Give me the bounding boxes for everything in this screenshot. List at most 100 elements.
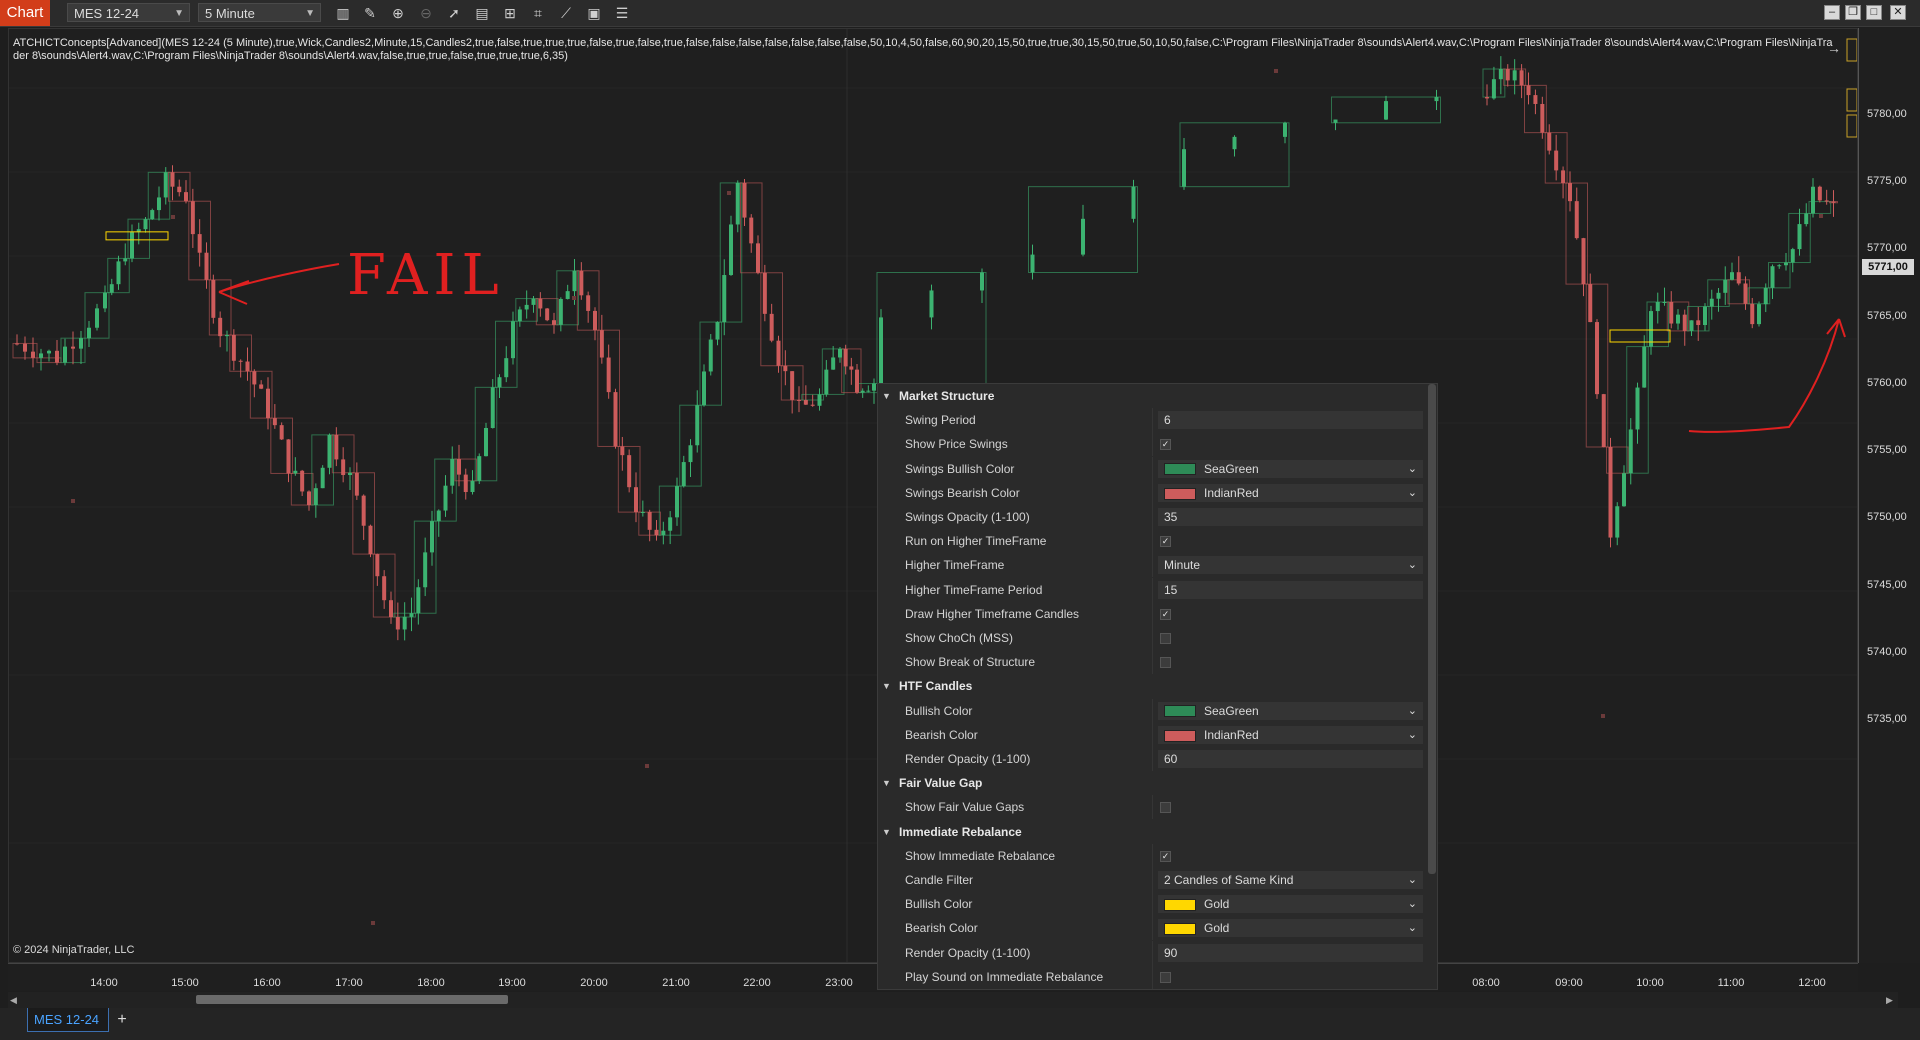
render-opacity-1-100-input[interactable]: 90 (1158, 943, 1423, 962)
swings-opacity-1-100-input[interactable]: 35 (1158, 508, 1423, 526)
section-fair-value-gap[interactable]: ▼ Fair Value Gap (878, 771, 1430, 795)
candle-body (1750, 303, 1755, 325)
property-run-on-higher-timeframe: Run on Higher TimeFrame ✓ (878, 529, 1430, 554)
add-tab-button[interactable]: + (112, 1010, 132, 1030)
section-htf-candles[interactable]: ▼ HTF Candles (878, 674, 1430, 698)
zoom-out-icon[interactable]: ⊖ (417, 4, 435, 22)
instrument-selector[interactable]: MES 12-24 ▼ (67, 3, 190, 22)
property-show-fair-value-gaps: Show Fair Value Gaps (878, 795, 1430, 820)
chart-tab[interactable]: Chart (0, 0, 50, 26)
show-choch-mss-checkbox[interactable] (1160, 633, 1171, 644)
scroll-left-icon[interactable]: ◀ (10, 992, 17, 1008)
time-tick-label: 18:00 (417, 977, 445, 989)
pointer-icon[interactable]: ➚ (445, 4, 463, 22)
candle-body (558, 298, 563, 325)
candle-filter-select[interactable]: 2 Candles of Same Kind ⌄ (1158, 871, 1423, 889)
properties-icon[interactable]: ⟋ (557, 4, 575, 22)
candle-body (688, 445, 693, 463)
swing-marker (371, 921, 375, 925)
time-tick-label: 22:00 (743, 977, 771, 989)
render-opacity-1-100-input[interactable]: 60 (1158, 750, 1423, 768)
candle-body (620, 446, 625, 456)
zoom-in-icon[interactable]: ⊕ (389, 4, 407, 22)
expand-triangle-icon[interactable]: ▼ (882, 771, 891, 795)
candle-body (375, 554, 380, 577)
candle-body (593, 310, 597, 331)
higher-timeframe-select[interactable]: Minute ⌄ (1158, 556, 1423, 575)
price-marker-box (1846, 88, 1857, 112)
draw-tool-icon[interactable]: ✎ (361, 4, 379, 22)
swings-bearish-color-color-picker[interactable]: IndianRed ⌄ (1158, 483, 1423, 502)
copyright-text: © 2024 NinjaTrader, LLC (13, 944, 135, 956)
chart-toolbar: Chart MES 12-24 ▼ 5 Minute ▼ ▥ ✎ ⊕ ⊖ ➚ ▤… (0, 0, 1920, 27)
bars-type-icon[interactable]: ▥ (334, 4, 352, 22)
candle-body (1709, 298, 1714, 307)
candle-body (715, 322, 720, 340)
time-tick-label: 10:00 (1636, 977, 1664, 989)
panel-scrollbar[interactable] (1428, 384, 1436, 874)
section-market-structure[interactable]: ▼ Market Structure (878, 384, 1430, 408)
show-immediate-rebalance-checkbox[interactable]: ✓ (1160, 850, 1171, 862)
strategy-icon[interactable]: ⊞ (501, 4, 519, 22)
scroll-right-icon[interactable]: ▶ (1886, 992, 1893, 1008)
restore-button[interactable]: ❐ (1845, 5, 1861, 20)
bullish-color-color-picker[interactable]: Gold ⌄ (1158, 895, 1423, 914)
list-icon[interactable]: ▣ (585, 4, 603, 22)
candle-body (177, 186, 182, 193)
bearish-color-color-picker[interactable]: Gold ⌄ (1158, 919, 1423, 938)
expand-triangle-icon[interactable]: ▼ (882, 674, 891, 698)
draw-higher-timeframe-candles-checkbox[interactable]: ✓ (1160, 608, 1171, 620)
property-label: Swings Opacity (1-100) (905, 510, 1030, 524)
swing-marker (727, 191, 731, 195)
candle-body (1831, 201, 1836, 203)
play-sound-on-immediate-rebalance-checkbox[interactable] (1160, 971, 1171, 983)
price-tick-label: 5750,00 (1867, 511, 1907, 524)
maximize-button[interactable]: □ (1866, 5, 1882, 20)
candle-body (1622, 473, 1626, 507)
show-price-swings-checkbox[interactable]: ✓ (1160, 439, 1171, 451)
property-label: Render Opacity (1-100) (905, 752, 1031, 766)
time-tick-label: 11:00 (1717, 977, 1745, 989)
fail-arrow (218, 263, 340, 305)
bullish-color-color-picker[interactable]: SeaGreen ⌄ (1158, 701, 1423, 720)
indicators-icon[interactable]: ⌗ (529, 4, 547, 22)
swing-period-input[interactable]: 6 (1158, 411, 1423, 430)
expand-triangle-icon[interactable]: ▼ (882, 384, 891, 408)
close-button[interactable]: ✕ (1890, 5, 1906, 20)
candle-body (722, 275, 727, 323)
candle-body (790, 371, 795, 400)
horizontal-scrollbar[interactable]: ◀ ▶ (8, 992, 1898, 1008)
expand-triangle-icon[interactable]: ▼ (882, 820, 891, 844)
candle-body (497, 377, 502, 388)
property-candle-filter: Candle Filter 2 Candles of Same Kind ⌄ (878, 868, 1430, 892)
run-on-higher-timeframe-checkbox[interactable]: ✓ (1160, 536, 1171, 548)
price-axis[interactable]: 5780,00 5775,00 5770,00 5765,00 5760,00 5755,… (1858, 28, 1920, 963)
show-break-of-structure-checkbox[interactable] (1160, 657, 1171, 669)
data-box-icon[interactable]: ▤ (473, 4, 491, 22)
candle-body (929, 290, 934, 318)
tab-mes-12-24[interactable]: MES 12-24 (27, 1008, 109, 1032)
candle-body (313, 488, 318, 506)
candle-body (872, 383, 876, 391)
swing-marker (572, 296, 576, 300)
show-fair-value-gaps-checkbox[interactable] (1160, 802, 1171, 814)
bearish-color-color-picker[interactable]: IndianRed ⌄ (1158, 725, 1423, 744)
candle-body (1615, 506, 1620, 538)
candle-body (647, 511, 652, 530)
interval-selector[interactable]: 5 Minute ▼ (198, 3, 321, 22)
higher-timeframe-period-input[interactable]: 15 (1158, 580, 1423, 599)
column-divider (1152, 553, 1153, 578)
minimize-button[interactable]: – (1824, 5, 1840, 20)
column-divider (1152, 626, 1153, 650)
candle-body (613, 392, 618, 447)
price-tick-label: 5775,00 (1867, 175, 1907, 188)
section-immediate-rebalance[interactable]: ▼ Immediate Rebalance (878, 820, 1430, 844)
candle-body (1533, 95, 1538, 104)
candle-body (341, 459, 346, 476)
candle-body (1703, 306, 1707, 326)
column-divider (1152, 601, 1153, 626)
menu-icon[interactable]: ☰ (613, 4, 631, 22)
bottom-tab-bar: MES 12-24 + (0, 1008, 1920, 1040)
swings-bullish-color-color-picker[interactable]: SeaGreen ⌄ (1158, 459, 1423, 478)
scrollbar-thumb[interactable] (196, 995, 508, 1004)
